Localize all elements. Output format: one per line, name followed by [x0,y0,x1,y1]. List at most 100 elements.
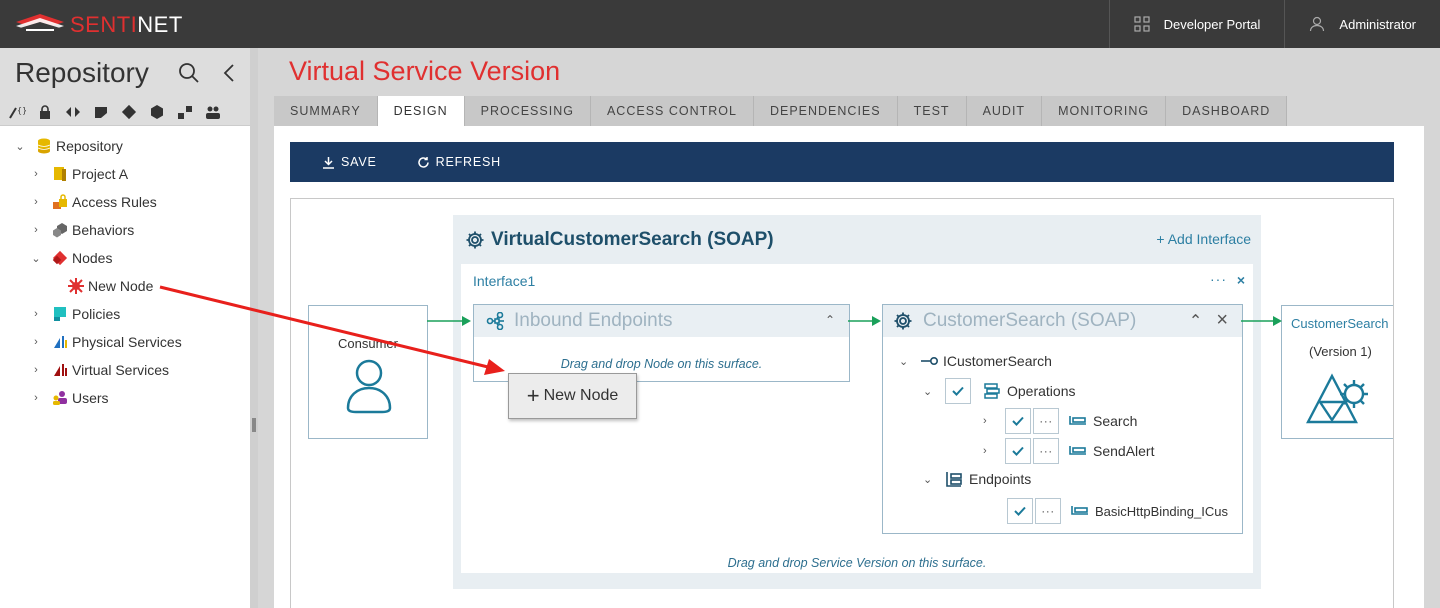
sentinet-logo[interactable]: SENTINET [14,10,183,40]
tree-item-project-a[interactable]: › Project A [0,160,250,188]
save-button[interactable]: SAVE [322,155,377,169]
new-node-icon [68,278,84,294]
sentinet-logo-icon [16,14,64,36]
design-canvas[interactable]: Consumer VirtualCustomerSearch (SOAP) + … [290,198,1394,608]
tree-item-operations[interactable]: ⌄ Operations [923,378,1075,404]
download-icon [323,156,334,169]
add-interface-link[interactable]: + Add Interface [1156,231,1251,247]
gear-icon [894,312,912,330]
node-filter-icon[interactable] [118,102,140,122]
interface-icon [921,356,939,366]
operation-icon [1069,446,1086,455]
chevron-left-icon[interactable] [222,62,236,89]
tree-item-policies[interactable]: › Policies [0,300,250,328]
search-operation-checkbox[interactable] [1005,408,1031,434]
tab-processing[interactable]: PROCESSING [464,96,591,126]
hexagon-filter-icon[interactable] [146,102,168,122]
splitter-grip[interactable] [252,418,256,432]
tree-item-users[interactable]: › Users [0,384,250,412]
chevron-up-icon[interactable]: ⌃ [825,313,835,327]
tab-design[interactable]: DESIGN [377,96,465,126]
users-filter-icon[interactable] [202,102,224,122]
share-nodes-icon [486,312,504,330]
repository-tree: ⌄ Repository › Project A › Access Rules … [0,126,250,412]
interface-more-button[interactable]: ··· [1210,271,1227,287]
design-toolbar: SAVE REFRESH [290,142,1394,182]
tree-item-search-operation[interactable]: › ··· Search [983,408,1137,434]
sidebar-splitter[interactable] [250,48,258,608]
lock-filter-icon[interactable] [34,102,56,122]
sendalert-operation-checkbox[interactable] [1005,438,1031,464]
interface-close-button[interactable]: × [1237,272,1245,288]
chevron-right-icon[interactable]: › [28,364,44,376]
chevron-down-icon[interactable]: ⌄ [899,355,913,368]
operations-checkbox[interactable] [945,378,971,404]
user-menu[interactable]: Administrator [1284,0,1440,48]
search-operation-more-button[interactable]: ··· [1033,408,1059,434]
svg-text:{}: {} [17,106,26,115]
tree-item-sendalert-operation[interactable]: › ··· SendAlert [983,438,1154,464]
target-service-box[interactable]: CustomerSearch (Version 1) [1281,305,1393,439]
service-title: CustomerSearch (SOAP) [923,310,1137,331]
tab-dependencies[interactable]: DEPENDENCIES [753,96,898,126]
chevron-right-icon[interactable]: › [28,308,44,320]
tree-item-virtual-services[interactable]: › Virtual Services [0,356,250,384]
tree-item-nodes[interactable]: ⌄ Nodes [0,244,250,272]
chevron-right-icon[interactable]: › [28,336,44,348]
developer-portal-link[interactable]: Developer Portal [1108,0,1285,48]
endpoint-more-button[interactable]: ··· [1035,498,1061,524]
dragged-new-node-button[interactable]: + New Node [508,373,637,419]
tree-item-repository[interactable]: ⌄ Repository [0,132,250,160]
virtual-services-icon [52,362,68,378]
chevron-right-icon[interactable]: › [983,415,997,427]
endpoint-checkbox[interactable] [1007,498,1033,524]
customer-search-service-panel[interactable]: CustomerSearch (SOAP) ⌃ × ⌄ ICustomerSea… [882,304,1243,534]
chevron-down-icon[interactable]: ⌄ [923,385,937,398]
refresh-button[interactable]: REFRESH [417,155,501,169]
chevron-up-icon[interactable]: ⌃ [1189,311,1202,331]
consumer-box[interactable]: Consumer [308,305,428,439]
service-drop-hint: Drag and drop Service Version on this su… [727,556,987,570]
sidebar-title: Repository [15,57,149,88]
refresh-icon [417,156,429,168]
design-panel: SAVE REFRESH Consumer VirtualCustomerSea… [274,126,1424,608]
lock-icon [52,194,68,210]
interface-name[interactable]: Interface1 [473,273,535,289]
chevron-down-icon[interactable]: ⌄ [12,140,28,153]
operation-icon [1069,416,1086,425]
tree-item-endpoints[interactable]: ⌄ Endpoints [923,471,1031,487]
tab-test[interactable]: TEST [897,96,967,126]
tab-monitoring[interactable]: MONITORING [1042,96,1167,126]
close-icon[interactable]: × [1216,309,1228,332]
tree-item-icustomersearch[interactable]: ⌄ ICustomerSearch [899,353,1052,369]
tree-item-behaviors[interactable]: › Behaviors [0,216,250,244]
operations-icon [984,383,1000,399]
sendalert-operation-more-button[interactable]: ··· [1033,438,1059,464]
code-filter-icon[interactable]: {} [6,102,28,122]
tab-dashboard[interactable]: DASHBOARD [1166,96,1288,126]
tab-summary[interactable]: SUMMARY [274,96,378,126]
target-service-name[interactable]: CustomerSearch [1291,316,1389,331]
chevron-down-icon[interactable]: ⌄ [923,473,937,486]
behaviors-icon [52,222,68,238]
top-bar: SENTINET Developer Portal Administrator [0,0,1440,48]
tree-item-new-node[interactable]: New Node [0,272,250,300]
behaviors-filter-icon[interactable] [62,102,84,122]
endpoints-icon [946,472,962,487]
chevron-down-icon[interactable]: ⌄ [28,252,44,265]
tab-audit[interactable]: AUDIT [966,96,1043,126]
chevron-right-icon[interactable]: › [28,392,44,404]
tab-access-control[interactable]: ACCESS CONTROL [590,96,754,126]
chevron-right-icon[interactable]: › [28,224,44,236]
tree-item-access-rules[interactable]: › Access Rules [0,188,250,216]
inbound-endpoints-panel[interactable]: Inbound Endpoints ⌃ Drag and drop Node o… [473,304,850,382]
services-filter-icon[interactable] [174,102,196,122]
search-icon[interactable] [178,62,200,89]
chevron-right-icon[interactable]: › [28,196,44,208]
chevron-right-icon[interactable]: › [983,445,997,457]
folder-filter-icon[interactable] [90,102,112,122]
chevron-right-icon[interactable]: › [28,168,44,180]
consumer-person-icon [346,359,392,414]
tree-item-physical-services[interactable]: › Physical Services [0,328,250,356]
tree-item-endpoint-binding[interactable]: ··· BasicHttpBinding_ICus [1007,498,1228,524]
